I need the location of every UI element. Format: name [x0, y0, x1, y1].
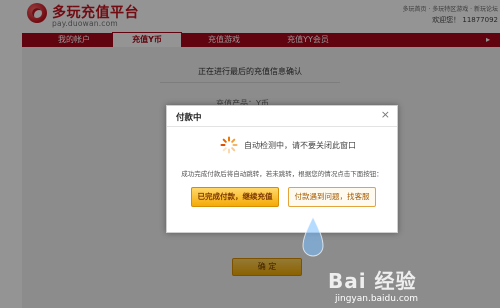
status-text: 自动检测中，请不要关闭此窗口	[244, 141, 356, 150]
redirect-note: 成功完成付款后将自动跳转，若未跳转，根据您的情况点击下面按钮：	[181, 170, 383, 178]
watermark-url: jingyan.baidu.com	[335, 294, 419, 304]
payment-modal: 付款中 × 自动检测中，请不要关闭此窗口 成功完成付款后将自动跳转，若未跳转，根…	[166, 105, 398, 233]
close-icon[interactable]: ×	[381, 109, 390, 121]
baidu-jingyan-watermark: Bai 经验 jingyan.baidu.com	[300, 215, 500, 308]
modal-header: 付款中 ×	[167, 106, 397, 127]
payment-problem-button[interactable]: 付款遇到问题，找客服	[288, 187, 376, 207]
payment-complete-button[interactable]: 已完成付款，继续充值	[191, 187, 279, 207]
water-drop-icon	[302, 215, 324, 257]
watermark-brand: Bai 经验	[328, 269, 417, 293]
loading-spinner-icon	[220, 136, 238, 154]
modal-title: 付款中	[176, 113, 202, 123]
